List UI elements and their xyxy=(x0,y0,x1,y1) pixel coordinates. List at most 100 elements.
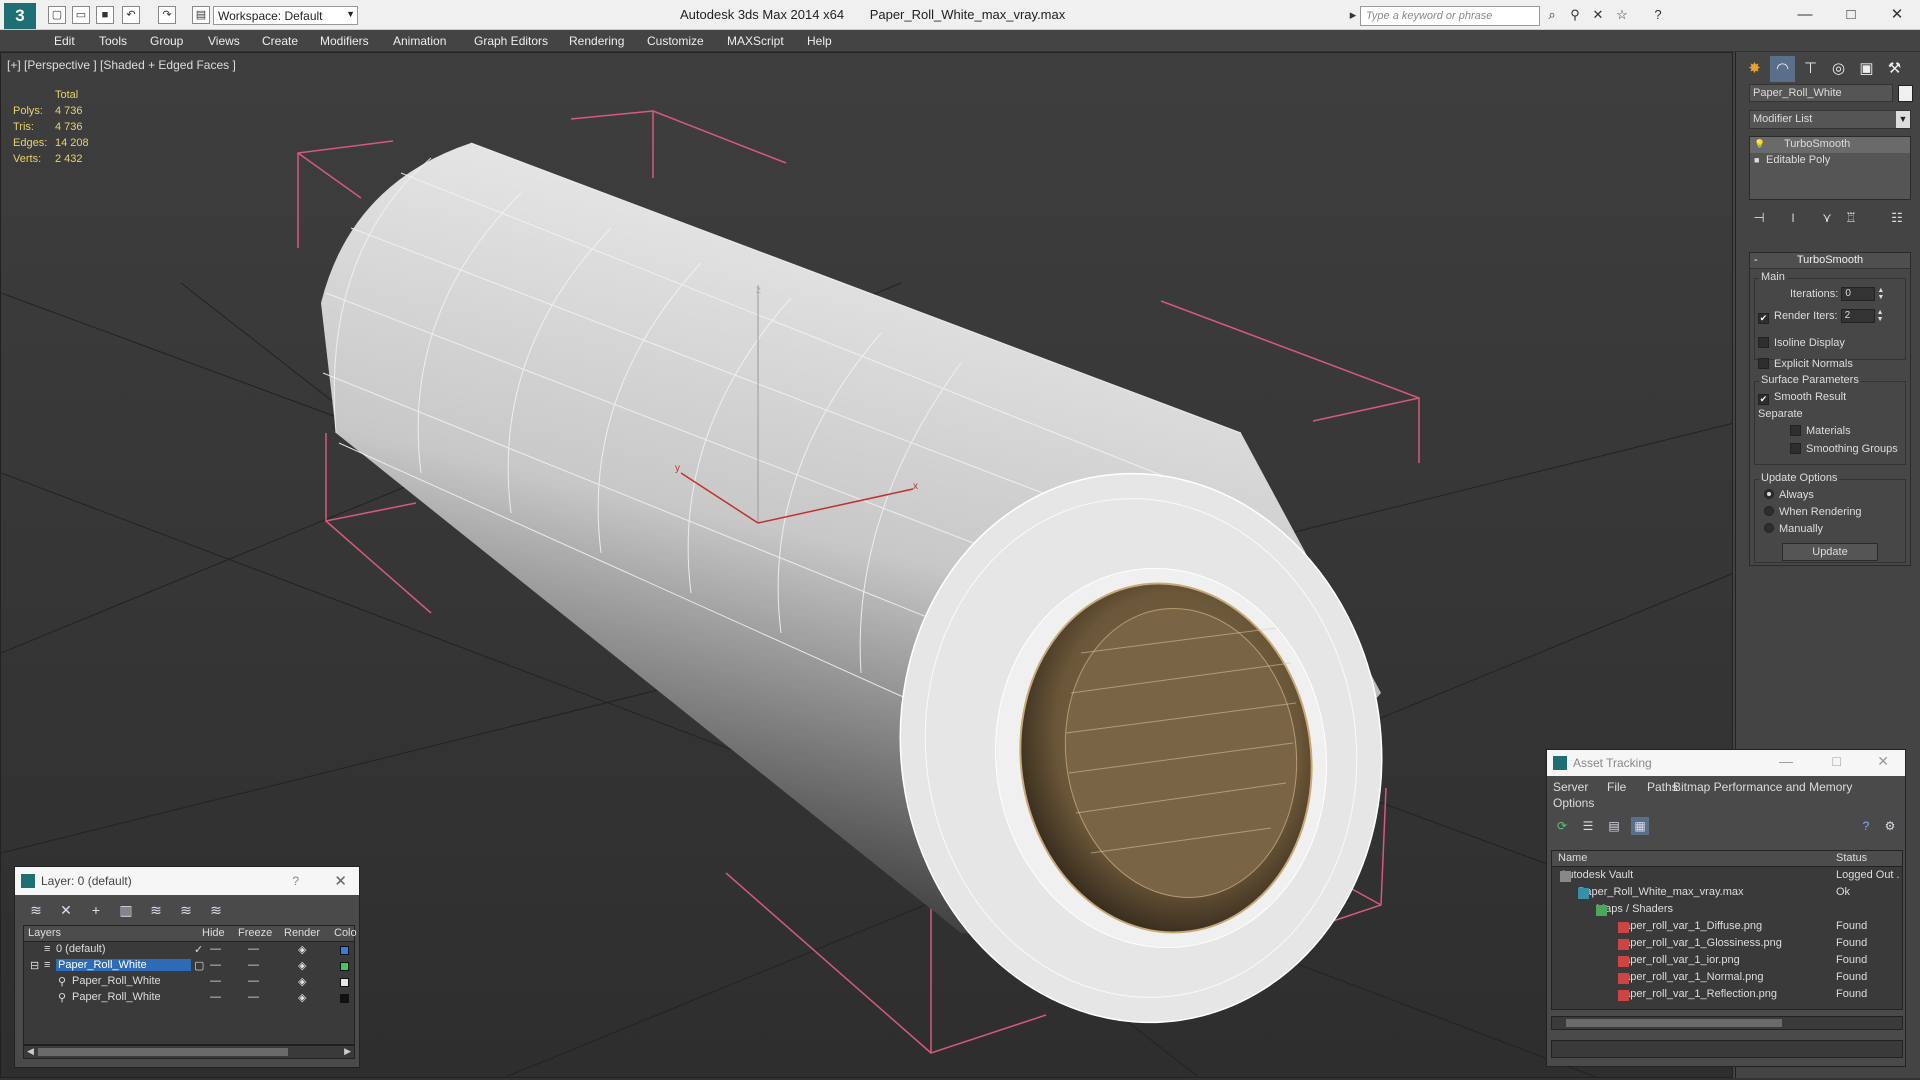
spinner-arrows-icon[interactable]: ▲ ▼ xyxy=(1877,287,1884,301)
display-tab-icon[interactable]: ▣ xyxy=(1854,56,1879,82)
close-window-icon[interactable]: ✕ xyxy=(1880,4,1914,26)
object-color-swatch[interactable] xyxy=(1898,85,1913,102)
asset-menu-file[interactable]: File xyxy=(1607,780,1626,794)
hide-toggle-icon[interactable]: — xyxy=(210,991,221,1003)
hide-toggle-icon[interactable]: — xyxy=(210,975,221,987)
project-folder-icon[interactable]: ▤ xyxy=(192,6,210,24)
layer-horizontal-scrollbar[interactable]: ◀ ▶ xyxy=(23,1045,355,1059)
manually-radio[interactable] xyxy=(1764,523,1774,533)
freeze-all-icon[interactable]: ≋ xyxy=(207,901,225,919)
new-layer-icon[interactable]: ≋ xyxy=(27,901,45,919)
rollout-header[interactable]: - TurboSmooth xyxy=(1750,253,1910,269)
object-name[interactable]: Paper_Roll_White xyxy=(72,975,161,987)
maximize-icon[interactable]: □ xyxy=(1833,753,1841,769)
asset-row[interactable]: paper_roll_var_1_Glossiness.png Found xyxy=(1552,935,1902,952)
open-file-icon[interactable]: ▭ xyxy=(72,6,90,24)
modifier-list-dropdown[interactable]: Modifier List ▼ xyxy=(1749,110,1911,129)
minimize-window-icon[interactable]: — xyxy=(1788,4,1822,26)
viewport-label[interactable]: [+] [Perspective ] [Shaded + Edged Faces… xyxy=(7,58,236,72)
remove-modifier-icon[interactable]: ♖ xyxy=(1841,208,1861,228)
asset-menu-options[interactable]: Options xyxy=(1553,796,1594,810)
hide-all-icon[interactable]: ≋ xyxy=(177,901,195,919)
column-hide[interactable]: Hide xyxy=(202,927,225,939)
modify-tab-icon[interactable]: ◠ xyxy=(1770,56,1795,82)
grid-view-icon[interactable]: ▦ xyxy=(1631,817,1649,835)
asset-horizontal-scrollbar[interactable] xyxy=(1551,1016,1903,1030)
active-check-icon[interactable]: ✓ xyxy=(194,943,203,956)
menu-animation[interactable]: Animation xyxy=(393,34,446,48)
redo-icon[interactable]: ↷ xyxy=(158,6,176,24)
menu-edit[interactable]: Edit xyxy=(54,34,75,48)
layer-color-swatch[interactable] xyxy=(340,962,349,971)
asset-row[interactable]: Paper_Roll_White_max_vray.max Ok xyxy=(1552,884,1902,901)
render-toggle-icon[interactable]: ◈ xyxy=(298,975,306,988)
layer-color-swatch[interactable] xyxy=(340,994,349,1003)
new-file-icon[interactable]: ▢ xyxy=(48,6,66,24)
active-box-icon[interactable]: ▢ xyxy=(194,959,204,972)
object-name-field[interactable]: Paper_Roll_White xyxy=(1749,84,1893,102)
configure-sets-icon[interactable]: ☷ xyxy=(1887,208,1907,228)
close-icon[interactable]: ✕ xyxy=(1877,753,1889,770)
object-name[interactable]: Paper_Roll_White xyxy=(72,991,161,1003)
scrollbar-thumb[interactable] xyxy=(38,1048,288,1056)
highlight-layer-icon[interactable]: ≋ xyxy=(147,901,165,919)
utilities-tab-icon[interactable]: ⚒ xyxy=(1882,56,1907,82)
refresh-icon[interactable]: ⟳ xyxy=(1553,817,1571,835)
scroll-right-icon[interactable]: ▶ xyxy=(344,1046,351,1057)
search-input[interactable]: Type a keyword or phrase xyxy=(1360,6,1540,26)
select-objects-icon[interactable]: ▥ xyxy=(117,901,135,919)
layer-name[interactable]: 0 (default) xyxy=(56,943,106,955)
subscription-icon[interactable]: ⚲ xyxy=(1567,7,1583,23)
layer-color-swatch[interactable] xyxy=(340,946,349,955)
delete-layer-icon[interactable]: ✕ xyxy=(57,901,75,919)
close-icon[interactable]: ✕ xyxy=(334,872,347,890)
menu-create[interactable]: Create xyxy=(262,34,298,48)
render-toggle-icon[interactable]: ◈ xyxy=(298,943,306,956)
render-toggle-icon[interactable]: ◈ xyxy=(298,959,306,972)
create-tab-icon[interactable]: ✸ xyxy=(1742,56,1767,82)
stack-item-editable-poly[interactable]: ■ Editable Poly xyxy=(1750,153,1910,169)
asset-row[interactable]: Maps / Shaders xyxy=(1552,901,1902,918)
column-color[interactable]: Colo xyxy=(334,927,357,939)
motion-tab-icon[interactable]: ◎ xyxy=(1826,56,1851,82)
render-toggle-icon[interactable]: ◈ xyxy=(298,991,306,1004)
asset-row[interactable]: paper_roll_var_1_ior.png Found xyxy=(1552,952,1902,969)
column-name[interactable]: Name xyxy=(1558,852,1587,864)
binoculars-icon[interactable]: ⌕ xyxy=(1544,7,1560,23)
hide-toggle-icon[interactable]: — xyxy=(210,943,221,955)
scroll-left-icon[interactable]: ◀ xyxy=(27,1046,34,1057)
menu-rendering[interactable]: Rendering xyxy=(569,34,624,48)
add-to-layer-icon[interactable]: + xyxy=(87,901,105,919)
freeze-toggle-icon[interactable]: — xyxy=(248,959,259,971)
freeze-toggle-icon[interactable]: — xyxy=(248,975,259,987)
layer-row[interactable]: ≡ 0 (default) ✓ — — ◈ xyxy=(24,942,354,958)
update-button[interactable]: Update xyxy=(1782,543,1878,561)
asset-menu-server[interactable]: Server xyxy=(1553,780,1588,794)
stack-item-turbosmooth[interactable]: 💡 TurboSmooth xyxy=(1750,137,1910,153)
menu-help[interactable]: Help xyxy=(807,34,832,48)
search-expand-icon[interactable]: ▸ xyxy=(1345,7,1361,23)
workspace-dropdown[interactable]: Workspace: Default ▼ xyxy=(213,6,358,25)
menu-graph-editors[interactable]: Graph Editors xyxy=(474,34,548,48)
smooth-result-checkbox[interactable]: ✔ xyxy=(1758,394,1769,405)
help-icon[interactable]: ? xyxy=(1650,7,1666,23)
table-view-icon[interactable]: ▤ xyxy=(1605,817,1623,835)
column-freeze[interactable]: Freeze xyxy=(238,927,272,939)
freeze-toggle-icon[interactable]: — xyxy=(248,943,259,955)
render-iters-spinner[interactable]: 2 xyxy=(1840,309,1875,323)
freeze-toggle-icon[interactable]: — xyxy=(248,991,259,1003)
minimize-icon[interactable]: — xyxy=(1779,753,1793,769)
column-status[interactable]: Status xyxy=(1836,852,1867,864)
settings-icon[interactable]: ⚙ xyxy=(1881,817,1899,835)
explicit-normals-checkbox[interactable] xyxy=(1758,358,1769,369)
help-icon[interactable]: ? xyxy=(292,874,299,888)
expand-icon[interactable]: ■ xyxy=(1754,155,1766,165)
make-unique-icon[interactable]: ⋎ xyxy=(1817,208,1837,228)
asset-menu-bitmap[interactable]: Bitmap Performance and Memory xyxy=(1673,780,1852,794)
lightbulb-icon[interactable]: 💡 xyxy=(1754,139,1766,150)
hierarchy-tab-icon[interactable]: ⊤ xyxy=(1798,56,1823,82)
show-end-result-icon[interactable]: ⏽ xyxy=(1783,208,1803,228)
menu-tools[interactable]: Tools xyxy=(99,34,127,48)
materials-checkbox[interactable] xyxy=(1790,425,1801,436)
asset-window-titlebar[interactable]: Asset Tracking — □ ✕ xyxy=(1547,750,1905,776)
